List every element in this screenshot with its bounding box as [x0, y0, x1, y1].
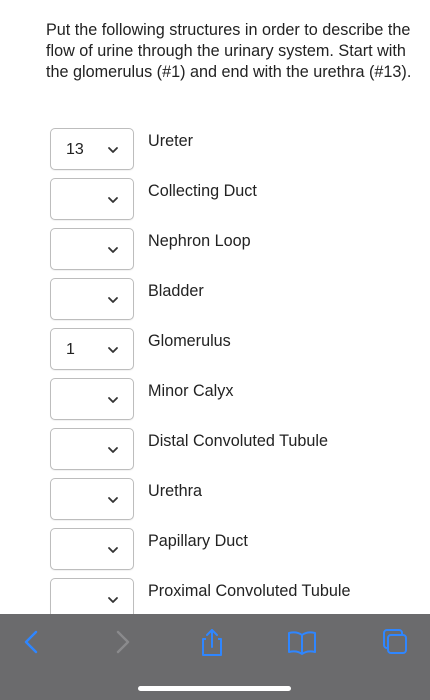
structure-label: Minor Calyx — [148, 382, 234, 400]
structure-label: Urethra — [148, 482, 202, 500]
order-select[interactable] — [50, 378, 134, 420]
list-item: 13 Ureter — [0, 127, 430, 177]
list-item: Papillary Duct — [0, 527, 430, 577]
order-select[interactable] — [50, 278, 134, 320]
list-item: Nephron Loop — [0, 227, 430, 277]
back-chevron-icon[interactable] — [12, 628, 52, 656]
list-item: Collecting Duct — [0, 177, 430, 227]
chevron-down-icon — [108, 197, 118, 203]
chevron-down-icon — [108, 297, 118, 303]
structure-label: Proximal Convoluted Tubule — [148, 582, 351, 600]
structure-label: Collecting Duct — [148, 182, 257, 200]
order-select[interactable] — [50, 228, 134, 270]
order-select[interactable]: 1 — [50, 328, 134, 370]
page-content: Put the following structures in order to… — [0, 0, 430, 614]
chevron-down-icon — [108, 397, 118, 403]
order-select[interactable] — [50, 528, 134, 570]
structure-label: Nephron Loop — [148, 232, 251, 250]
home-indicator — [138, 686, 291, 691]
list-item: Bladder — [0, 277, 430, 327]
list-item: Minor Calyx — [0, 377, 430, 427]
order-select[interactable] — [50, 428, 134, 470]
chevron-down-icon — [108, 147, 118, 153]
chevron-down-icon — [108, 497, 118, 503]
structure-label: Distal Convoluted Tubule — [148, 432, 328, 450]
structure-label: Ureter — [148, 132, 193, 150]
ordering-list: 13 Ureter Collecting Duct Nephron Loop B… — [0, 127, 430, 614]
chevron-down-icon — [108, 347, 118, 353]
structure-label: Bladder — [148, 282, 204, 300]
order-select-value: 13 — [66, 141, 84, 158]
bookmarks-book-icon[interactable] — [282, 628, 322, 656]
list-item: Urethra — [0, 477, 430, 527]
question-text: Put the following structures in order to… — [46, 21, 412, 81]
chevron-down-icon — [108, 597, 118, 603]
order-select[interactable] — [50, 578, 134, 614]
order-select[interactable] — [50, 178, 134, 220]
list-item: Distal Convoluted Tubule — [0, 427, 430, 477]
order-select-value: 1 — [66, 341, 75, 358]
chevron-down-icon — [108, 447, 118, 453]
structure-label: Glomerulus — [148, 332, 231, 350]
order-select[interactable]: 13 — [50, 128, 134, 170]
tabs-icon[interactable] — [374, 628, 414, 656]
chevron-down-icon — [108, 247, 118, 253]
list-item: Proximal Convoluted Tubule — [0, 577, 430, 614]
list-item: 1 Glomerulus — [0, 327, 430, 377]
share-icon[interactable] — [192, 628, 232, 656]
order-select[interactable] — [50, 478, 134, 520]
chevron-down-icon — [108, 547, 118, 553]
structure-label: Papillary Duct — [148, 532, 248, 550]
forward-chevron-icon[interactable] — [102, 628, 142, 656]
